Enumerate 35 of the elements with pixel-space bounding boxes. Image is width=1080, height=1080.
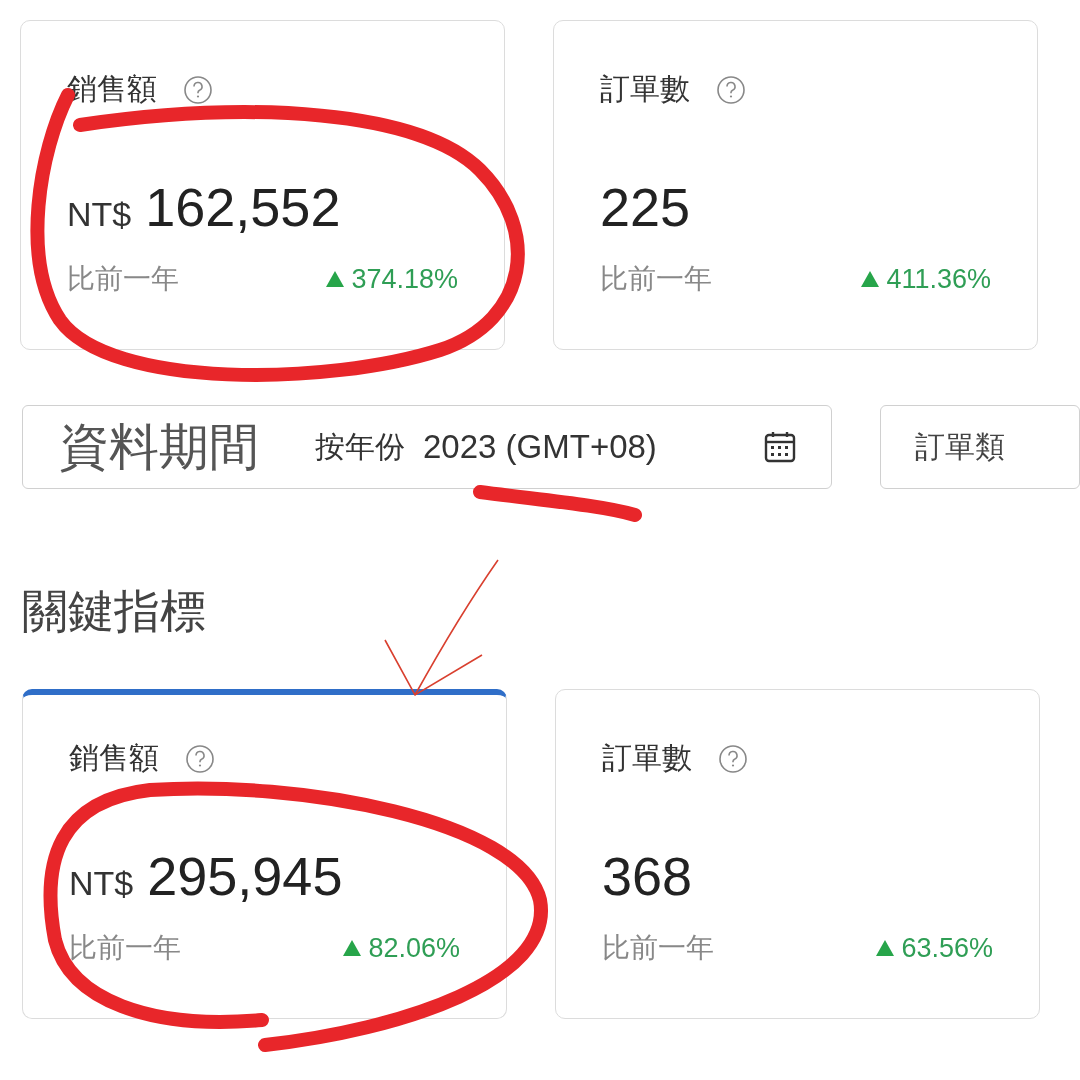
period-filter[interactable]: 資料期間 按年份 2023 (GMT+08) [22, 405, 832, 489]
metric-title: 銷售額 [69, 740, 159, 776]
change-percent: 63.56% [901, 932, 993, 964]
change-percent: 411.36% [886, 263, 991, 295]
help-icon[interactable] [185, 743, 215, 774]
up-triangle-icon [875, 939, 896, 957]
currency-label: NT$ [69, 864, 134, 903]
help-icon[interactable] [718, 743, 748, 774]
calendar-icon[interactable] [763, 430, 797, 464]
section-title: 關鍵指標 [21, 584, 207, 639]
comparison-label: 比前一年 [69, 931, 181, 965]
change-percent: 82.06% [368, 932, 460, 964]
period-value: 2023 (GMT+08) [423, 428, 657, 466]
metric-title: 訂單數 [600, 71, 690, 107]
up-triangle-icon [342, 939, 363, 957]
order-type-filter[interactable]: 訂單類 [880, 405, 1080, 489]
help-icon[interactable] [716, 74, 746, 105]
comparison-label: 比前一年 [602, 931, 714, 965]
currency-label: NT$ [67, 195, 132, 234]
metric-title: 訂單數 [602, 740, 692, 776]
up-triangle-icon [325, 270, 346, 288]
metric-card[interactable]: 訂單數 225 比前一年 411.36% [553, 20, 1038, 350]
filter-label: 資料期間 [59, 417, 259, 477]
up-triangle-icon [860, 270, 881, 288]
metric-value: 368 [602, 845, 693, 907]
change-percent: 374.18% [351, 263, 458, 295]
metric-card[interactable]: 訂單數 368 比前一年 63.56% [555, 689, 1040, 1019]
help-icon[interactable] [183, 74, 213, 105]
metric-value: 162,552 [145, 176, 341, 238]
metric-value: 295,945 [147, 845, 343, 907]
period-type: 按年份 [315, 428, 405, 465]
metric-value: 225 [600, 176, 691, 238]
metric-card[interactable]: 銷售額 NT$ 295,945 比前一年 82.06% [22, 689, 507, 1019]
comparison-label: 比前一年 [67, 262, 179, 296]
comparison-label: 比前一年 [600, 262, 712, 296]
